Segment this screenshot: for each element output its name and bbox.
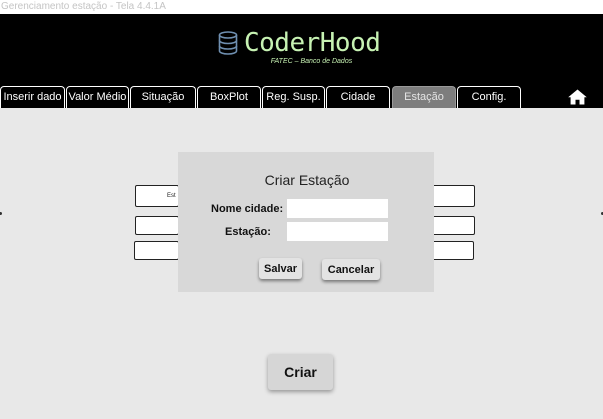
tab-inserir-dado[interactable]: Inserir dado xyxy=(0,86,65,108)
background-input-right-3 xyxy=(432,241,474,260)
tab-reg-susp[interactable]: Reg. Susp. xyxy=(262,86,325,108)
cancel-button[interactable]: Cancelar xyxy=(322,259,380,280)
tab-boxplot[interactable]: BoxPlot xyxy=(197,86,261,108)
tab-cidade[interactable]: Cidade xyxy=(326,86,390,108)
home-icon[interactable] xyxy=(568,89,587,105)
dialog-title: Criar Estação xyxy=(264,172,350,188)
logo-subtitle: FATEC – Banco de Dados xyxy=(270,58,353,65)
background-label: Est xyxy=(167,193,176,199)
background-input-left-2 xyxy=(135,216,179,235)
city-name-input[interactable] xyxy=(287,199,388,218)
database-icon xyxy=(218,31,238,55)
background-input-right-1 xyxy=(432,185,475,207)
station-input[interactable] xyxy=(287,222,388,241)
background-input-right-2 xyxy=(432,216,475,235)
window-title: Gerenciamento estação - Tela 4.4.1A xyxy=(0,0,603,14)
background-input-left-3 xyxy=(134,241,179,260)
tab-valor-medio[interactable]: Valor Médio xyxy=(66,86,129,108)
app-logo: CoderHood xyxy=(218,27,381,59)
logo-text: CoderHood xyxy=(244,28,381,58)
tab-situacao[interactable]: Situação xyxy=(130,86,196,108)
save-button[interactable]: Salvar xyxy=(259,258,302,279)
tab-config[interactable]: Config. xyxy=(457,86,521,108)
create-button[interactable]: Criar xyxy=(268,354,333,390)
station-label: Estação: xyxy=(225,226,271,238)
tab-estacao[interactable]: Estação xyxy=(392,86,456,108)
city-name-label: Nome cidade: xyxy=(211,203,284,215)
create-station-dialog: Criar Estação Nome cidade: Estação: Salv… xyxy=(178,152,434,292)
